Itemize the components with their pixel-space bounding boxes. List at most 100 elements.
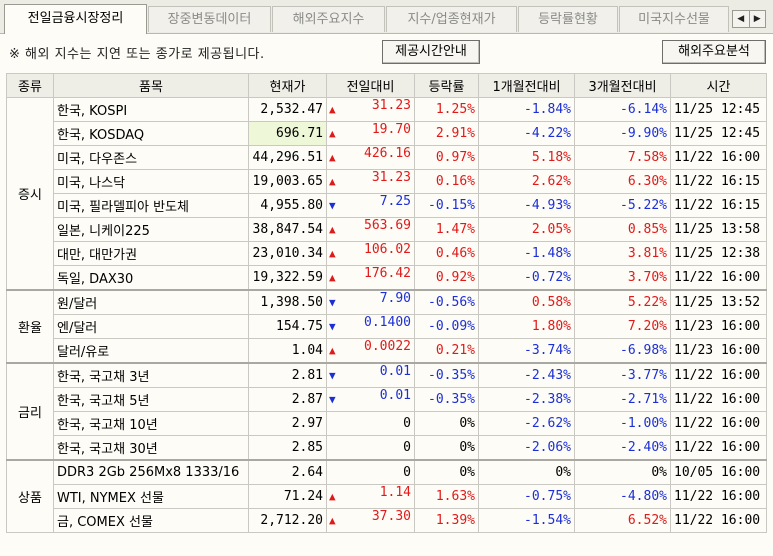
table-row[interactable]: 상품 DDR3 2Gb 256Mx8 1333/16 2.64 0 0% 0% 0% 10/0… <box>6 459 767 533</box>
month3-change: -5.22% <box>574 193 671 218</box>
day-change: ▲ 0.0022 <box>326 338 415 364</box>
table-row[interactable]: 일본, 니케이225 38,847.54 ▲ 563.69 1.47% 2.05% 0.85… <box>7 217 767 242</box>
day-change-value: 0 <box>403 465 411 480</box>
month3-change: -2.71% <box>574 387 671 412</box>
table-row[interactable]: 증시 한국, KOSPI 2,532.47 ▲ 31.23 1.25% -1.84% -6.1… <box>6 97 767 291</box>
table-row[interactable]: 독일, DAX30 19,322.59 ▲ 176.42 0.92% -0.72% 3.70… <box>7 265 767 291</box>
day-change-value: 0 <box>403 416 411 431</box>
col-header-type[interactable]: 종류 <box>6 73 54 98</box>
change-rate: 0.16% <box>414 169 479 194</box>
update-time: 11/25 13:52 <box>670 289 767 315</box>
change-rate: 0.21% <box>414 338 479 364</box>
item-name: 금, COMEX 선물 <box>53 508 249 533</box>
change-rate: 0% <box>414 459 479 485</box>
table-row[interactable]: 한국, 국고채 10년 2.97 0 0% -2.62% -1.00% 11/22 16:0… <box>7 411 767 436</box>
update-time: 11/22 16:00 <box>670 484 767 509</box>
table-row[interactable]: 환율 원/달러 1,398.50 ▼ 7.90 -0.56% 0.58% 5.22% 11/25… <box>6 289 767 364</box>
table-row[interactable]: 미국, 나스닥 19,003.65 ▲ 31.23 0.16% 2.62% 6.30% 11/… <box>7 169 767 194</box>
table-row[interactable]: 달러/유로 1.04 ▲ 0.0022 0.21% -3.74% -6.98% 11/23 1… <box>7 338 767 364</box>
day-change-value: 7.90 <box>379 291 411 306</box>
tab-us-index-futures[interactable]: 미국지수선물 <box>619 6 729 32</box>
current-price: 696.71 <box>248 121 327 146</box>
item-name: 원/달러 <box>53 289 249 315</box>
month3-change: -9.90% <box>574 121 671 146</box>
day-change-value: 0.1400 <box>364 315 411 331</box>
change-rate: -0.15% <box>414 193 479 218</box>
up-arrow-icon: ▲ <box>329 247 336 260</box>
table-row[interactable]: 한국, 국고채 30년 2.85 0 0% -2.06% -2.40% 11/22 16:0… <box>7 435 767 461</box>
table-row[interactable]: 엔/달러 154.75 ▼ 0.1400 -0.09% 1.80% 7.20% 11/23 1… <box>7 314 767 339</box>
current-price: 2.97 <box>248 411 327 436</box>
current-price: 38,847.54 <box>248 217 327 242</box>
change-rate: -0.09% <box>414 314 479 339</box>
change-rate: 1.47% <box>414 217 479 242</box>
tab-change-rate-status[interactable]: 등락률현황 <box>518 6 618 32</box>
tab-market-summary[interactable]: 전일금융시장정리 <box>4 4 147 34</box>
tab-overseas-indices[interactable]: 해외주요지수 <box>272 6 385 32</box>
day-change: ▼ 0.01 <box>326 387 415 412</box>
category-cell: 증시 <box>6 97 54 291</box>
col-header-item[interactable]: 품목 <box>53 73 249 98</box>
scroll-left-icon[interactable]: ◀ <box>733 11 750 27</box>
down-arrow-icon: ▼ <box>329 320 336 333</box>
table-row[interactable]: 미국, 필라델피아 반도체 4,955.80 ▼ 7.25 -0.15% -4.93% -5… <box>7 193 767 218</box>
day-change-value: 0.01 <box>379 388 411 404</box>
day-change: ▲ 563.69 <box>326 217 415 242</box>
month1-change: -2.06% <box>478 435 575 461</box>
col-header-1m[interactable]: 1개월전대비 <box>478 73 575 98</box>
tab-index-sector-price[interactable]: 지수/업종현재가 <box>386 6 517 32</box>
provide-time-button[interactable]: 제공시간안내 <box>382 40 480 64</box>
month1-change: 2.62% <box>478 169 575 194</box>
up-arrow-icon: ▲ <box>329 127 336 140</box>
col-header-change[interactable]: 전일대비 <box>326 73 415 98</box>
change-rate: 1.25% <box>414 97 479 122</box>
table-row[interactable]: 미국, 다우존스 44,296.51 ▲ 426.16 0.97% 5.18% 7.58% 1… <box>7 145 767 170</box>
table-row[interactable]: 금리 한국, 국고채 3년 2.81 ▼ 0.01 -0.35% -2.43% -3.77% 1… <box>6 362 767 461</box>
col-header-time[interactable]: 시간 <box>670 73 767 98</box>
item-name: 한국, 국고채 10년 <box>53 411 249 436</box>
day-change: ▲ 106.02 <box>326 241 415 266</box>
update-time: 11/25 12:45 <box>670 121 767 146</box>
month3-change: 7.20% <box>574 314 671 339</box>
day-change: ▲ 176.42 <box>326 265 415 291</box>
item-name: 미국, 나스닥 <box>53 169 249 194</box>
month1-change: -1.48% <box>478 241 575 266</box>
day-change: ▲ 31.23 <box>326 169 415 194</box>
update-time: 11/22 16:00 <box>670 435 767 461</box>
col-header-rate[interactable]: 등락률 <box>414 73 479 98</box>
update-time: 11/22 16:15 <box>670 193 767 218</box>
col-header-3m[interactable]: 3개월전대비 <box>574 73 671 98</box>
table-row[interactable]: 한국, 국고채 5년 2.87 ▼ 0.01 -0.35% -2.38% -2.71% 11/… <box>7 387 767 412</box>
day-change-value: 0.0022 <box>364 339 411 354</box>
overseas-analysis-button[interactable]: 해외주요분석 <box>662 40 766 64</box>
col-header-price[interactable]: 현재가 <box>248 73 327 98</box>
day-change-value: 19.70 <box>371 122 411 138</box>
update-time: 11/25 13:58 <box>670 217 767 242</box>
item-name: 달러/유로 <box>53 338 249 364</box>
table-row[interactable]: WTI, NYMEX 선물 71.24 ▲ 1.14 1.63% -0.75% -4.80%… <box>7 484 767 509</box>
change-rate: 2.91% <box>414 121 479 146</box>
table-row[interactable]: 대만, 대만가권 23,010.34 ▲ 106.02 0.46% -1.48% 3.81%… <box>7 241 767 266</box>
up-arrow-icon: ▲ <box>329 271 336 284</box>
table-row[interactable]: 한국, KOSDAQ 696.71 ▲ 19.70 2.91% -4.22% -9.90% 1… <box>7 121 767 146</box>
update-time: 10/05 16:00 <box>670 459 767 485</box>
month3-change: -3.77% <box>574 362 671 388</box>
month1-change: 0.58% <box>478 289 575 315</box>
month3-change: 5.22% <box>574 289 671 315</box>
tab-intraday-data[interactable]: 장중변동데이터 <box>148 6 271 32</box>
day-change-value: 31.23 <box>371 170 411 186</box>
update-time: 11/22 16:00 <box>670 508 767 533</box>
tab-bar: 전일금융시장정리 장중변동데이터 해외주요지수 지수/업종현재가 등락률현황 미… <box>0 0 773 34</box>
month3-change: -2.40% <box>574 435 671 461</box>
month3-change: 7.58% <box>574 145 671 170</box>
scroll-right-icon[interactable]: ▶ <box>750 11 766 27</box>
item-name: 대만, 대만가권 <box>53 241 249 266</box>
table-row[interactable]: 금, COMEX 선물 2,712.20 ▲ 37.30 1.39% -1.54% 6.52… <box>7 508 767 533</box>
month3-change: -4.80% <box>574 484 671 509</box>
item-name: 일본, 니케이225 <box>53 217 249 242</box>
up-arrow-icon: ▲ <box>329 175 336 188</box>
up-arrow-icon: ▲ <box>329 151 336 164</box>
current-price: 19,322.59 <box>248 265 327 291</box>
table-header: 종류 품목 현재가 전일대비 등락률 1개월전대비 3개월전대비 시간 <box>6 73 767 98</box>
current-price: 19,003.65 <box>248 169 327 194</box>
